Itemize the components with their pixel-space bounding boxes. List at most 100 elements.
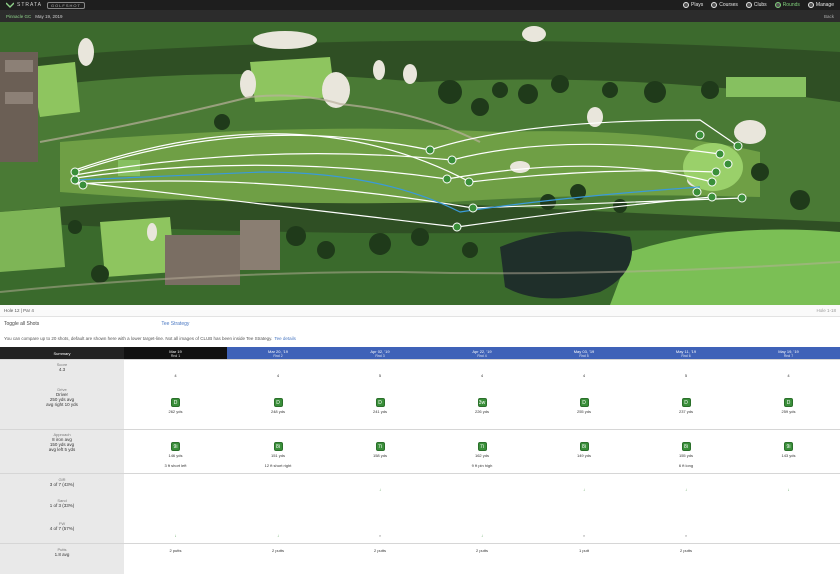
table-row-divider [0, 543, 840, 544]
compare-note-text: You can compare up to 20 shots, default … [4, 335, 273, 341]
approach-note: 3 ft short left [164, 463, 187, 468]
table-row-divider [0, 473, 840, 474]
round-score: 4 [480, 373, 484, 378]
hole-info-strip: Hole 12 | Par 4 Hole 1-18 [0, 305, 840, 317]
approach-distance: 149 yds [576, 453, 591, 458]
hole-label: Hole 12 | Par 4 [4, 308, 34, 313]
tee-strategy-link[interactable]: Tee Strategy [161, 321, 189, 327]
drive-club-badge[interactable]: D [579, 398, 589, 407]
brand-name: STRATA [17, 2, 42, 8]
plays-icon [683, 2, 690, 8]
putts-value: 2 putts [169, 548, 182, 553]
approach-note: avg left 5 yds [48, 447, 76, 452]
summary-drive: Drive Driver 250 yds avg avg right 10 yd… [0, 387, 124, 407]
putts-value: 2 putts [271, 548, 284, 553]
gir-hit: ↓ [379, 487, 381, 492]
summary-column-header: Summary [0, 347, 124, 359]
approach-club-badge[interactable]: 8i [579, 442, 589, 451]
nav-label: Plays [691, 2, 704, 8]
putts-value: 2 putts [373, 548, 386, 553]
drive-club-badge[interactable]: D [273, 398, 283, 407]
summary-approach: Approach 8 iron avg 150 yds avg avg left… [0, 432, 124, 452]
score-value: 4.3 [58, 367, 66, 372]
column-subtitle: Rnd 2 [273, 353, 283, 358]
courses-icon [711, 2, 718, 8]
nav-courses[interactable]: Courses [711, 2, 738, 8]
summary-gir: GIR 3 of 7 (43%) [0, 477, 124, 487]
approach-club-badge[interactable]: 7i [375, 442, 385, 451]
round-column-header[interactable]: May 19, '19 Rnd 7 [737, 347, 840, 359]
drive-club-badge[interactable]: D [375, 398, 385, 407]
gir-value: 3 of 7 (43%) [49, 482, 75, 487]
approach-club-badge[interactable]: 7i [477, 442, 487, 451]
nav-clubs[interactable]: Clubs [745, 2, 767, 8]
approach-club-badge[interactable]: 9i [171, 442, 180, 451]
hole-range[interactable]: Hole 1-18 [816, 308, 836, 313]
drive-distance: 259 yds [781, 409, 796, 414]
round-column-header[interactable]: Apr 22, '19 Rnd 4 [431, 347, 533, 359]
table-row-divider [0, 359, 840, 360]
approach-distance: 155 yds [678, 453, 693, 458]
round-column-header[interactable]: Apr 02, '19 Rnd 3 [329, 347, 431, 359]
putts-value: 1 putt [578, 548, 589, 553]
summary-score: Score 4.3 [0, 362, 124, 372]
fairway-hit-icon: ↓ [174, 533, 177, 538]
round-score: 4 [174, 373, 177, 378]
drive-distance: 226 yds [474, 409, 489, 414]
back-link[interactable]: Back [824, 14, 834, 19]
round-score: 4 [582, 373, 586, 378]
round-score: 5 [378, 373, 382, 378]
course-name[interactable]: Pinnacle GC [6, 14, 31, 19]
approach-distance: 158 yds [372, 453, 387, 458]
approach-club-badge[interactable]: 8i [681, 442, 691, 451]
manage-icon [807, 2, 814, 8]
nav-plays[interactable]: Plays [683, 2, 703, 8]
drive-distance: 237 yds [678, 409, 693, 414]
summary-putts: Putts 1.8 avg [0, 547, 124, 557]
drive-club-badge[interactable]: 3w [477, 398, 487, 407]
drive-club-badge[interactable]: D [681, 398, 691, 407]
brand-logo[interactable]: STRATA GOLFSHOT [6, 1, 85, 9]
nav-rounds[interactable]: Rounds [774, 2, 800, 8]
round-column-header[interactable]: May 11, '19 Rnd 6 [635, 347, 737, 359]
hole-aerial-map[interactable] [0, 22, 840, 305]
fw-value: 4 of 7 (57%) [49, 526, 75, 531]
fairway-hit-icon: ↓ [481, 533, 483, 538]
approach-club-badge[interactable]: 8i [273, 442, 283, 451]
round-column-header[interactable]: Mar 20, '19 Rnd 2 [227, 347, 329, 359]
toggle-row: Toggle all Shots Tee Strategy [0, 317, 840, 330]
compare-note: You can compare up to 20 shots, default … [0, 332, 840, 344]
approach-note: 9 ft pin high [471, 463, 493, 468]
column-subtitle: Rnd 5 [579, 353, 589, 358]
main-nav: Plays Courses Clubs Rounds Manage [683, 2, 834, 8]
drive-club-badge[interactable]: D [171, 398, 180, 407]
tee-details-link[interactable]: Tee details [274, 336, 296, 341]
drive-club-badge[interactable]: D [784, 398, 793, 407]
round-date: May 19, 2019 [35, 13, 63, 19]
nav-label: Manage [815, 2, 834, 8]
rounds-icon [774, 2, 781, 8]
putts-value: 2 putts [475, 548, 488, 553]
approach-note: 6 ft long [678, 463, 694, 468]
brand-tag: GOLFSHOT [46, 1, 85, 9]
approach-club-badge[interactable]: 9i [784, 442, 793, 451]
column-subtitle: Rnd 4 [477, 353, 487, 358]
drive-distance: 241 yds [372, 409, 387, 414]
round-column-header[interactable]: May 03, '19 Rnd 5 [533, 347, 635, 359]
drive-distance: 255 yds [576, 409, 591, 414]
gir-hit: ↓ [787, 487, 790, 492]
drive-distance: 248 yds [270, 409, 285, 414]
toggle-all-shots[interactable]: Toggle all Shots [4, 321, 39, 327]
column-subtitle: Rnd 3 [375, 353, 385, 358]
hole-map-svg [0, 22, 840, 305]
nav-label: Courses [719, 2, 738, 8]
approach-distance: 162 yds [474, 453, 489, 458]
round-column-header[interactable]: Mar 19 Rnd 1 [124, 347, 227, 359]
round-subbar: Pinnacle GC May 19, 2019 Back [0, 10, 840, 22]
approach-distance: 143 yds [781, 453, 796, 458]
putts-value: 2 putts [679, 548, 692, 553]
column-subtitle: Rnd 1 [170, 353, 181, 358]
table-row-divider [0, 429, 840, 430]
approach-distance: 151 yds [270, 453, 285, 458]
nav-manage[interactable]: Manage [807, 2, 834, 8]
